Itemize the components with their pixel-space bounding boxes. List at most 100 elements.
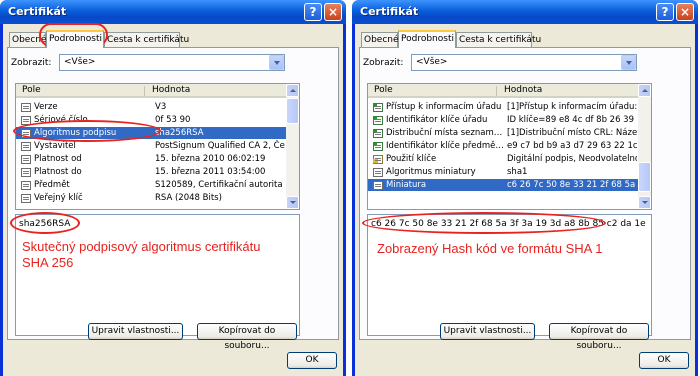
row-field: Miniatura [386,180,427,190]
tab-general[interactable]: Obecné [361,32,399,47]
help-button[interactable]: ? [656,3,674,21]
row-field: Verze [34,102,58,112]
row-field: Platnost do [34,167,82,177]
column-header-field[interactable]: Pole [22,85,41,95]
scroll-up-icon[interactable] [286,84,299,97]
field-icon [21,142,31,151]
row-field: Identifikátor klíče úřadu [386,115,488,125]
title-bar[interactable]: Certifikát ? × [352,0,698,24]
field-icon [21,103,31,112]
chevron-down-icon[interactable] [621,55,636,70]
show-dropdown-value: <Vše> [64,57,96,67]
column-header-value[interactable]: Hodnota [152,85,190,95]
row-field: Sériové číslo [34,115,88,125]
column-divider[interactable] [496,86,497,96]
vertical-scrollbar[interactable] [638,84,651,209]
row-field: Použití klíče [386,154,437,164]
close-button[interactable]: × [676,3,694,21]
field-icon [21,116,31,125]
show-label: Zobrazit: [363,58,404,68]
detail-value-box[interactable]: c6 26 7c 50 8e 33 21 2f 68 5a 3f 3a 19 3… [367,214,652,336]
list-row[interactable]: Veřejný klíč RSA (2048 Bits) [16,192,286,204]
edit-properties-button[interactable]: Upravit vlastnosti... [88,323,183,340]
show-dropdown[interactable]: <Vše> [411,54,637,71]
row-value: PostSignum Qualified CA 2, Če... [155,141,285,151]
tab-details[interactable]: Podrobnosti [46,30,104,48]
list-header: Pole Hodnota [368,84,638,98]
row-value: S120589, Certifikační autorita ... [155,180,285,190]
list-row[interactable]: Použití klíče Digitální podpis, Neodvola… [368,153,638,165]
extension-icon [373,116,383,125]
tab-general[interactable]: Obecné [9,32,47,47]
scroll-up-icon[interactable] [638,84,651,97]
scroll-down-icon[interactable] [286,196,299,209]
list-row-selected[interactable]: Miniatura c6 26 7c 50 8e 33 21 2f 68 5a … [368,179,638,191]
field-icon [21,194,31,203]
field-icon [373,181,383,190]
row-field: Přístup k informacím úřadu [386,102,502,112]
vertical-scrollbar[interactable] [286,84,299,209]
detail-value: sha256RSA [19,219,71,229]
chevron-down-icon[interactable] [269,55,284,70]
edit-properties-button[interactable]: Upravit vlastnosti... [440,323,535,340]
list-row[interactable]: Identifikátor klíče úřadu ID klíče=89 e8… [368,114,638,126]
row-value: 15. března 2010 06:02:19 [155,154,266,164]
field-icon [373,168,383,177]
window-title: Certifikát [8,5,67,18]
row-value: sha256RSA [155,128,204,138]
copy-to-file-button[interactable]: Kopírovat do souboru... [197,323,297,351]
list-row[interactable]: Přístup k informacím úřadu [1]Přístup k … [368,101,638,113]
show-label: Zobrazit: [11,58,52,68]
list-header: Pole Hodnota [16,84,286,98]
tab-details[interactable]: Podrobnosti [398,30,456,48]
list-row[interactable]: Vystavitel PostSignum Qualified CA 2, Če… [16,140,286,152]
row-value: Digitální podpis, Neodvolatelno... [507,154,637,164]
scroll-thumb[interactable] [286,98,299,124]
row-value: c6 26 7c 50 8e 33 21 2f 68 5a ... [507,180,637,190]
title-bar[interactable]: Certifikát ? × [0,0,346,24]
dialog-client-area: Obecné Podrobnosti Cesta k certifikátu Z… [3,24,343,376]
scroll-thumb[interactable] [638,162,651,192]
annotation-text: Skutečný podpisový algoritmus certifikát… [22,239,261,270]
list-row-selected[interactable]: Algoritmus podpisu sha256RSA [16,127,286,139]
row-value: ID klíče=89 e8 4c df 8b 26 39 ... [507,115,637,125]
extension-icon [373,142,383,151]
row-value: RSA (2048 Bits) [155,193,222,203]
show-dropdown-value: <Vše> [416,57,448,67]
row-value: 0f 53 90 [155,115,191,125]
fields-list[interactable]: Pole Hodnota Verze V3 Sériové číslo 0f 5… [15,83,300,210]
list-row[interactable]: Platnost od 15. března 2010 06:02:19 [16,153,286,165]
help-button[interactable]: ? [304,3,322,21]
critical-extension-icon [373,155,383,164]
field-icon [21,168,31,177]
ok-button[interactable]: OK [287,352,337,369]
ok-button[interactable]: OK [639,352,689,369]
list-row[interactable]: Identifikátor klíče předmětu e9 c7 bd b9… [368,140,638,152]
fields-list[interactable]: Pole Hodnota Přístup k informacím úřadu … [367,83,652,210]
list-row[interactable]: Platnost do 15. března 2011 03:54:00 [16,166,286,178]
row-value: e9 c7 bd b9 a3 d7 29 63 22 1c... [507,141,637,151]
list-row[interactable]: Předmět S120589, Certifikační autorita .… [16,179,286,191]
detail-value: c6 26 7c 50 8e 33 21 2f 68 5a 3f 3a 19 3… [371,219,646,229]
close-button[interactable]: × [324,3,342,21]
extension-icon [373,129,383,138]
field-icon [21,181,31,190]
column-divider[interactable] [144,86,145,96]
row-value: sha1 [507,167,528,177]
field-icon [21,155,31,164]
detail-value-box[interactable]: sha256RSA [15,214,300,336]
field-icon [21,129,31,138]
column-header-field[interactable]: Pole [374,85,393,95]
copy-to-file-button[interactable]: Kopírovat do souboru... [549,323,649,351]
row-field: Distribuční místa seznamu o... [386,128,504,138]
tab-certification-path[interactable]: Cesta k certifikátu [104,32,189,47]
list-row[interactable]: Algoritmus miniatury sha1 [368,166,638,178]
scroll-down-icon[interactable] [638,196,651,209]
show-dropdown[interactable]: <Vše> [59,54,285,71]
list-row[interactable]: Sériové číslo 0f 53 90 [16,114,286,126]
list-row[interactable]: Verze V3 [16,101,286,113]
column-header-value[interactable]: Hodnota [504,85,542,95]
tab-certification-path[interactable]: Cesta k certifikátu [456,32,541,47]
row-field: Algoritmus podpisu [34,128,117,138]
list-row[interactable]: Distribuční místa seznamu o... [1]Distri… [368,127,638,139]
